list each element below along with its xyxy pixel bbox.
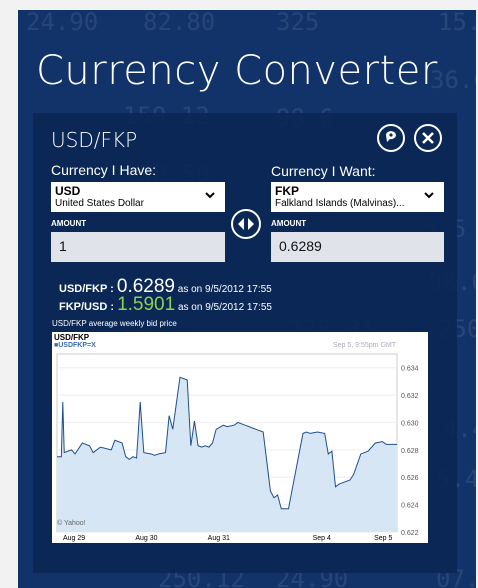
close-icon: [422, 132, 434, 144]
chart-y-tick-label: 0.630: [401, 420, 419, 427]
have-currency-name: United States Dollar: [55, 198, 144, 209]
chart-svg: 0.634 0.632 0.630 0.628 0.626 0.624 0.622 Aug 2…: [56, 353, 419, 542]
chart-y-tick-label: 0.628: [401, 448, 419, 455]
want-currency-name: Falkland Islands (Malvinas)...: [275, 198, 405, 209]
background-number: 82.80: [143, 10, 216, 36]
chart-x-tick-label: Aug 30: [135, 535, 157, 542]
chart-series-name: USDFKP=X: [58, 342, 96, 349]
swap-currencies-button[interactable]: [231, 209, 261, 239]
chart-x-tick-label: Aug 31: [208, 535, 230, 542]
chart-caption: USD/FKP average weekly bid price: [52, 319, 177, 328]
chevron-down-icon: [424, 192, 434, 199]
pin-button[interactable]: [377, 124, 405, 152]
have-currency-select[interactable]: USD United States Dollar: [51, 182, 225, 212]
chart-x-tick-label: Sep 5: [374, 535, 392, 542]
chart-timestamp: Sep 5, 9:55pm GMT: [332, 342, 396, 349]
have-label: Currency I Have:: [51, 162, 157, 178]
want-amount-input[interactable]: 0.6289: [271, 232, 444, 262]
chart-y-tick-label: 0.632: [401, 393, 419, 400]
chart-credit: © Yahoo!: [57, 520, 86, 527]
have-currency-code: USD: [55, 184, 81, 198]
rate-chart: 0.634 0.632 0.630 0.628 0.626 0.624 0.622 Aug 2…: [52, 332, 428, 543]
want-amount-label: AMOUNT: [271, 219, 307, 228]
chart-y-tick-label: 0.626: [401, 475, 419, 482]
background-number: 15.95: [438, 10, 476, 36]
rate-separator: :: [107, 301, 118, 313]
want-label: Currency I Want:: [271, 163, 376, 179]
swap-arrows-icon: [238, 218, 254, 230]
rate-row-fkp-usd: FKP/USD : 1.5901 as on 9/5/2012 17:55: [59, 294, 272, 316]
chart-series-legend: ■USDFKP=X: [54, 342, 96, 349]
chart-area-fill: [57, 377, 397, 532]
background-number: 24.90: [26, 10, 99, 36]
want-currency-code: FKP: [275, 184, 299, 198]
chart-x-tick-label: Aug 29: [63, 535, 85, 542]
pin-icon: [386, 131, 396, 142]
rate-value: 1.5901: [117, 294, 176, 315]
close-button[interactable]: [414, 124, 442, 152]
want-currency-select[interactable]: FKP Falkland Islands (Malvinas)...: [271, 182, 444, 212]
have-amount-input[interactable]: 1: [51, 232, 225, 262]
background-number: 325: [276, 10, 320, 36]
chart-y-tick-label: 0.624: [401, 503, 419, 510]
chart-title: USD/FKP: [54, 333, 90, 342]
pair-title: USD/FKP: [51, 128, 138, 152]
chart-x-tick-label: Sep 4: [313, 535, 331, 542]
chevron-down-icon: [205, 192, 215, 199]
rate-timestamp: as on 9/5/2012 17:55: [175, 302, 272, 313]
rate-pair: FKP/USD: [59, 301, 108, 313]
app-title: Currency Converter: [36, 48, 438, 94]
chart-y-tick-label: 0.622: [401, 530, 419, 537]
have-amount-label: AMOUNT: [51, 219, 87, 228]
chart-y-tick-label: 0.634: [401, 366, 419, 373]
